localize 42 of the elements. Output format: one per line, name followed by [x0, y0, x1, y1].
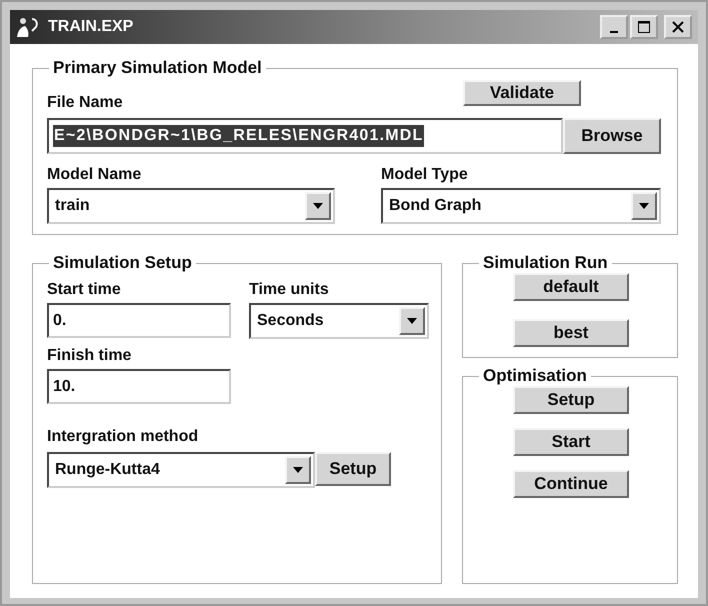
minimize-icon — [610, 31, 618, 33]
model-name-dropdown[interactable]: train — [47, 188, 335, 224]
down-triangle-icon — [292, 466, 304, 474]
group-title: Optimisation — [482, 366, 588, 386]
integration-method-dropdown[interactable]: Runge-Kutta4 — [47, 452, 315, 488]
group-title: Simulation Setup — [52, 253, 193, 273]
close-button[interactable] — [664, 15, 692, 39]
group-title: Simulation Run — [482, 253, 609, 273]
dropdown-arrow-button[interactable] — [305, 192, 331, 220]
optimisation-button[interactable]: Continue — [513, 470, 629, 498]
down-triangle-icon — [312, 202, 324, 210]
down-triangle-icon — [638, 202, 650, 210]
down-triangle-icon — [406, 317, 418, 325]
field-label: Time units — [249, 281, 330, 299]
field-label: Model Name — [47, 166, 142, 184]
file-name-field[interactable]: E~2\BONDGR~1\BG_RELES\ENGR401.MDL — [47, 118, 563, 154]
optimisation-button[interactable]: Start — [513, 428, 629, 456]
validate-button[interactable]: Validate — [463, 80, 581, 106]
field-label: Finish time — [47, 347, 132, 365]
field-label: Model Type — [381, 166, 469, 184]
start-time-field[interactable]: 0. — [47, 303, 231, 338]
field-label: File Name — [47, 94, 123, 112]
run-button[interactable]: default — [513, 273, 629, 301]
window-title: TRAIN.EXP — [48, 18, 134, 36]
model-type-dropdown[interactable]: Bond Graph — [381, 188, 661, 224]
time-units-dropdown[interactable]: Seconds — [249, 303, 429, 339]
browse-button[interactable]: Browse — [563, 118, 661, 154]
field-label: Start time — [47, 281, 122, 299]
optimisation-button[interactable]: Setup — [513, 386, 629, 414]
finish-time-field[interactable]: 10. — [47, 369, 231, 404]
minimize-button[interactable] — [600, 15, 628, 39]
maximize-icon — [637, 20, 651, 34]
maximize-button[interactable] — [630, 15, 658, 39]
setup-button[interactable]: Setup — [315, 452, 391, 486]
close-icon — [671, 20, 685, 34]
group-title: Primary Simulation Model — [52, 58, 263, 78]
dropdown-arrow-button[interactable] — [399, 307, 425, 335]
run-button[interactable]: best — [513, 319, 629, 347]
dropdown-arrow-button[interactable] — [285, 456, 311, 484]
dropdown-arrow-button[interactable] — [631, 192, 657, 220]
file-name-value: E~2\BONDGR~1\BG_RELES\ENGR401.MDL — [53, 125, 424, 147]
field-label: Intergration method — [47, 428, 200, 446]
